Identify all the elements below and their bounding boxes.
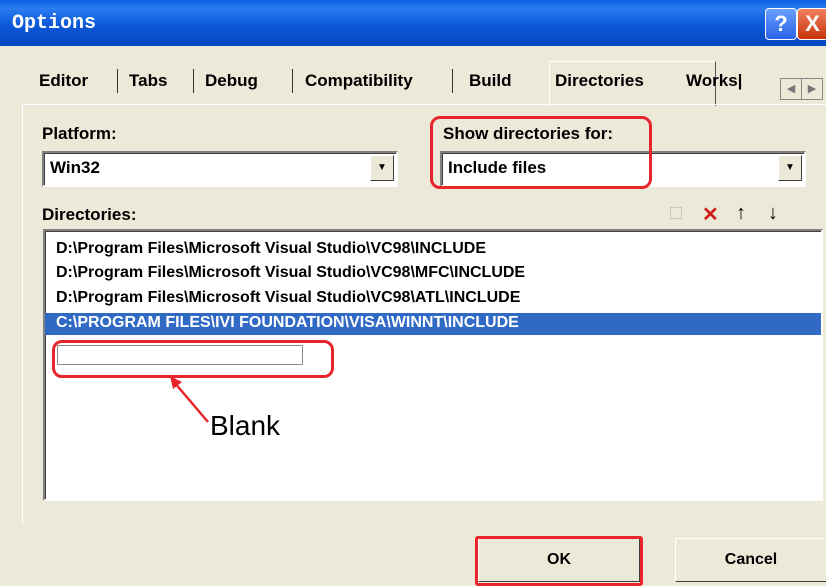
window-title: Options — [12, 12, 97, 35]
annotation-label: Blank — [210, 410, 281, 441]
tab-scroll-right-icon[interactable]: ▶ — [801, 78, 823, 100]
list-item[interactable]: D:\Program Files\Microsoft Visual Studio… — [45, 288, 821, 310]
close-button[interactable]: X — [797, 8, 826, 40]
tab-scroll-arrows: ◀ ▶ — [780, 78, 826, 100]
tab-workspace[interactable]: Works| — [686, 71, 742, 91]
list-item[interactable]: D:\Program Files\Microsoft Visual Studio… — [45, 239, 821, 261]
tab-separator — [452, 69, 453, 93]
chevron-down-icon[interactable]: ▼ — [370, 155, 394, 181]
title-bar: Options ? X — [0, 0, 826, 46]
new-folder-icon[interactable]: □ — [670, 202, 682, 225]
chevron-down-icon[interactable]: ▼ — [778, 155, 802, 181]
directories-label: Directories: — [42, 205, 137, 224]
tab-scroll-left-icon[interactable]: ◀ — [780, 78, 802, 100]
help-button[interactable]: ? — [765, 8, 797, 40]
tab-separator — [193, 69, 194, 93]
list-item-selected[interactable]: C:\PROGRAM FILES\IVI FOUNDATION\VISA\WIN… — [45, 313, 821, 335]
tab-strip: Editor Tabs Debug Compatibility Build Di… — [32, 61, 826, 106]
tab-editor[interactable]: Editor — [39, 71, 88, 91]
tab-directories[interactable]: Directories — [555, 71, 644, 91]
delete-icon[interactable]: ✕ — [702, 202, 719, 227]
tab-build[interactable]: Build — [469, 71, 512, 91]
cancel-button[interactable]: Cancel — [675, 538, 826, 582]
highlight-ok — [475, 536, 643, 586]
tab-compatibility[interactable]: Compatibility — [305, 71, 413, 91]
tab-separator — [292, 69, 293, 93]
platform-value: Win32 — [50, 158, 100, 177]
tab-tabs[interactable]: Tabs — [129, 71, 167, 91]
move-down-icon[interactable]: ↓ — [768, 202, 778, 225]
move-up-icon[interactable]: ↑ — [736, 202, 746, 225]
highlight-show-dirs — [430, 116, 652, 189]
tab-separator — [117, 69, 118, 93]
platform-label: Platform: — [42, 124, 117, 143]
platform-select[interactable]: Win32 ▼ — [42, 151, 398, 187]
tab-debug[interactable]: Debug — [205, 71, 258, 91]
list-item[interactable]: D:\Program Files\Microsoft Visual Studio… — [45, 263, 821, 285]
